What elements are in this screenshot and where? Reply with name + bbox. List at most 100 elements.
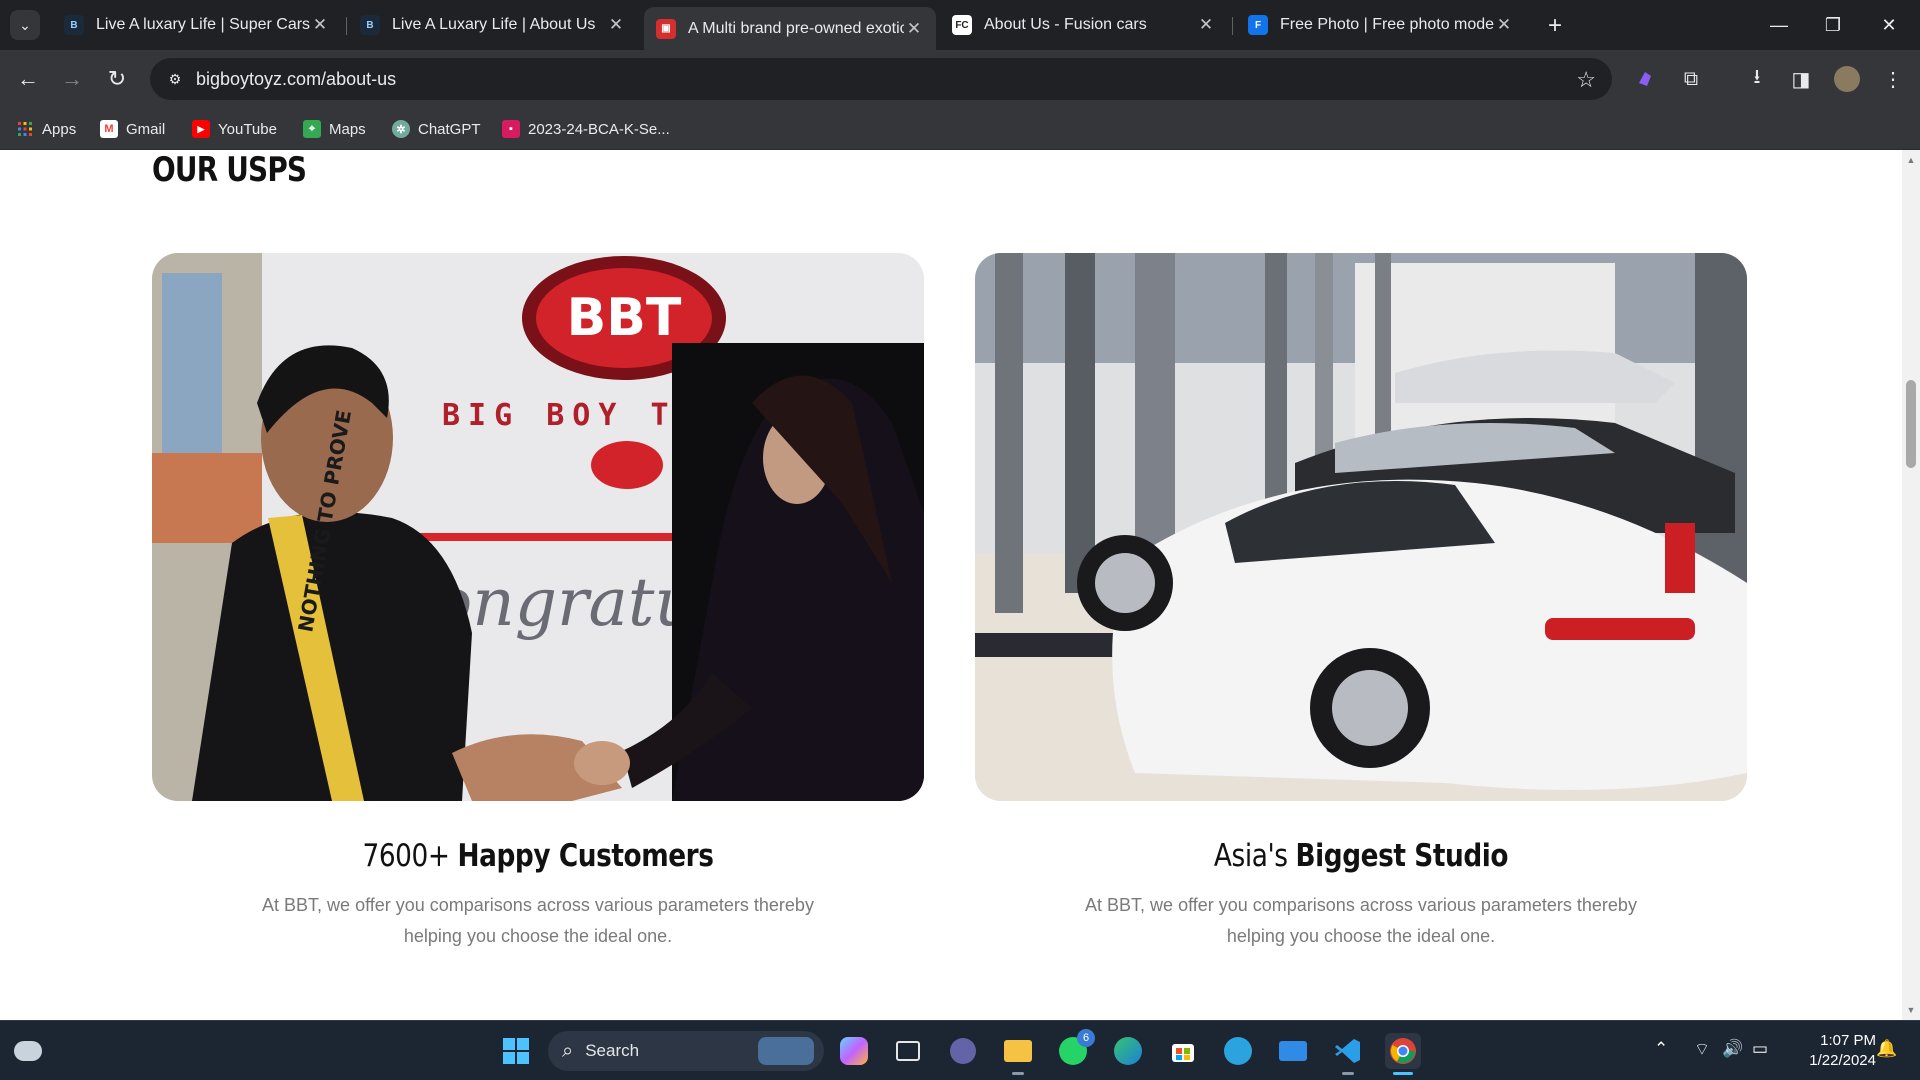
- close-icon[interactable]: ✕: [904, 19, 924, 39]
- show-hidden-icons-chevron-icon[interactable]: ⌃: [1654, 1039, 1668, 1059]
- tab-title: Live A Luxary Life | About Us: [392, 16, 596, 33]
- close-icon[interactable]: ✕: [1196, 15, 1216, 35]
- close-icon[interactable]: ✕: [1494, 15, 1514, 35]
- vscode-icon[interactable]: [1330, 1033, 1366, 1075]
- bookmark-gmail[interactable]: M Gmail: [100, 117, 165, 141]
- copilot-icon[interactable]: [836, 1033, 872, 1069]
- bookmarks-bar: Apps M Gmail ▶ YouTube ⌖ Maps ✲ ChatGPT …: [0, 108, 1920, 150]
- battery-icon[interactable]: ▭: [1752, 1039, 1768, 1059]
- file-explorer-icon[interactable]: [1000, 1033, 1036, 1075]
- taskbar-search-label: Search: [585, 1041, 640, 1060]
- reload-icon[interactable]: ↻: [101, 63, 133, 95]
- bbt-icon: B: [360, 15, 380, 35]
- microsoft-store-icon[interactable]: [1165, 1033, 1201, 1069]
- tab-about-us[interactable]: B Live A Luxary Life | About Us ✕: [348, 7, 638, 43]
- freepik-icon: F: [1248, 15, 1268, 35]
- mail-icon[interactable]: [1275, 1033, 1311, 1069]
- scroll-down-arrow-icon[interactable]: ▼: [1902, 1002, 1920, 1018]
- bookmark-label: 2023-24-BCA-K-Se...: [528, 120, 670, 138]
- bookmark-label: Gmail: [126, 120, 166, 138]
- bookmark-youtube[interactable]: ▶ YouTube: [192, 117, 277, 141]
- windows-start-icon[interactable]: [498, 1033, 534, 1069]
- tab-multi-brand[interactable]: ▣ A Multi brand pre-owned exotic ✕: [644, 7, 936, 50]
- web-page: OUR USPS BBT BIG BOY TOYZ Congratul NOTH…: [0, 150, 1902, 1020]
- address-bar[interactable]: ⚙ bigboytoyz.com/about-us ☆: [150, 58, 1612, 100]
- maps-icon: ⌖: [303, 120, 321, 138]
- browser-toolbar: ← → ↻ ⚙ bigboytoyz.com/about-us ☆ ⧉ ⭳ ◨ …: [0, 50, 1920, 108]
- card-title-biggest-studio: Asia's Biggest Studio: [1033, 838, 1689, 874]
- bookmark-label: Maps: [329, 120, 366, 138]
- search-icon: ⌕: [562, 1039, 574, 1062]
- forward-icon[interactable]: →: [56, 63, 88, 95]
- tab-separator: [1232, 17, 1233, 35]
- window-close-icon[interactable]: ✕: [1866, 8, 1912, 42]
- back-icon[interactable]: ←: [12, 63, 44, 95]
- card-title-happy-customers: 7600+ Happy Customers: [210, 838, 866, 874]
- card-title-bold: Biggest Studio: [1295, 838, 1509, 874]
- extension-gem-icon[interactable]: [1630, 64, 1660, 94]
- running-indicator: [1342, 1072, 1354, 1075]
- chatgpt-icon: ✲: [392, 120, 410, 138]
- profile-avatar[interactable]: [1832, 64, 1862, 94]
- menu-kebab-icon[interactable]: ⋮: [1878, 64, 1908, 94]
- tab-super-cars[interactable]: B Live A luxary Life | Super Cars ✕: [52, 7, 342, 43]
- clock-date: 1/22/2024: [1809, 1052, 1876, 1069]
- clock-time: 1:07 PM: [1820, 1032, 1876, 1049]
- showroom-cars-photo: [975, 253, 1747, 801]
- apps-grid-icon: [16, 120, 34, 138]
- close-icon[interactable]: ✕: [606, 15, 626, 35]
- bookmark-label: ChatGPT: [418, 120, 481, 138]
- youtube-icon: ▶: [192, 120, 210, 138]
- bookmark-apps[interactable]: Apps: [16, 117, 76, 141]
- bookmark-label: YouTube: [218, 120, 277, 138]
- card-description: At BBT, we offer you comparisons across …: [1085, 895, 1637, 946]
- bookmark-maps[interactable]: ⌖ Maps: [303, 117, 366, 141]
- tab-separator: [346, 17, 347, 35]
- scroll-up-arrow-icon[interactable]: ▲: [1902, 152, 1920, 168]
- tab-title: Free Photo | Free photo modern: [1280, 16, 1494, 33]
- taskbar-search-box[interactable]: ⌕ Search: [548, 1031, 824, 1071]
- bookmark-star-icon[interactable]: ☆: [1576, 67, 1596, 93]
- customer-handshake-photo: BBT BIG BOY TOYZ Congratul NOTHING TO PR…: [152, 253, 924, 801]
- task-view-icon[interactable]: [890, 1033, 926, 1069]
- tab-free-photo[interactable]: F Free Photo | Free photo modern ✕: [1236, 7, 1526, 43]
- minimize-icon[interactable]: —: [1756, 8, 1802, 42]
- url-text[interactable]: bigboytoyz.com/about-us: [196, 69, 396, 90]
- edge-icon[interactable]: [1110, 1033, 1146, 1069]
- card-description: At BBT, we offer you comparisons across …: [262, 895, 814, 946]
- running-indicator: [1012, 1072, 1024, 1075]
- whatsapp-icon[interactable]: 6: [1055, 1029, 1095, 1069]
- teams-icon[interactable]: [945, 1033, 981, 1069]
- wifi-icon[interactable]: ⌔: [1694, 1039, 1710, 1060]
- card-title-bold: Happy Customers: [457, 838, 714, 874]
- close-icon[interactable]: ✕: [310, 15, 330, 35]
- weather-widget-icon[interactable]: [10, 1033, 46, 1069]
- car-icon: ▣: [656, 18, 676, 39]
- site-info-icon[interactable]: ⚙: [162, 66, 188, 92]
- chevron-down-icon: ⌄: [19, 16, 31, 33]
- chrome-icon[interactable]: [1385, 1033, 1421, 1075]
- clock[interactable]: 1:07 PM 1/22/2024: [1790, 1031, 1876, 1071]
- notification-badge: 6: [1077, 1029, 1095, 1047]
- new-tab-button[interactable]: +: [1540, 11, 1570, 41]
- bbt-icon: B: [64, 15, 84, 35]
- scroll-thumb[interactable]: [1906, 380, 1916, 468]
- bbt-logo-text: BBT: [567, 288, 682, 348]
- side-panel-icon[interactable]: ◨: [1786, 64, 1816, 94]
- fusion-icon: FC: [952, 15, 972, 35]
- active-indicator: [1393, 1072, 1413, 1075]
- restore-icon[interactable]: ❐: [1810, 8, 1856, 42]
- tab-fusion-cars[interactable]: FC About Us - Fusion cars ✕: [940, 7, 1228, 43]
- card-title-prefix: 7600+: [362, 838, 458, 874]
- telegram-icon[interactable]: [1220, 1033, 1256, 1069]
- download-icon[interactable]: ⭳: [1742, 64, 1772, 94]
- tab-title: About Us - Fusion cars: [984, 16, 1147, 33]
- volume-icon[interactable]: 🔊: [1722, 1039, 1743, 1059]
- page-scrollbar[interactable]: ▲ ▼: [1902, 150, 1920, 1020]
- extensions-puzzle-icon[interactable]: ⧉: [1676, 64, 1706, 94]
- bookmark-classroom[interactable]: ▪ 2023-24-BCA-K-Se...: [502, 117, 670, 141]
- notification-bell-icon[interactable]: 🔔: [1876, 1039, 1897, 1059]
- tab-title: Live A luxary Life | Super Cars: [96, 16, 310, 33]
- bookmark-chatgpt[interactable]: ✲ ChatGPT: [392, 117, 481, 141]
- tab-search-button[interactable]: ⌄: [10, 10, 40, 40]
